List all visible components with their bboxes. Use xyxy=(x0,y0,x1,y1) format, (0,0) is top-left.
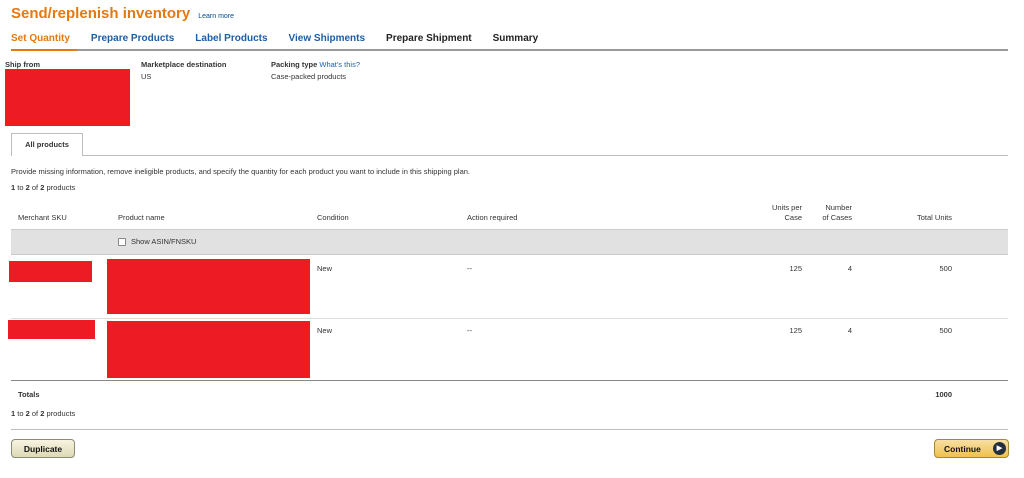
marketplace-value: US xyxy=(141,72,152,81)
continue-button-label: Continue xyxy=(944,443,981,454)
totals-label: Totals xyxy=(18,390,40,399)
footer-divider xyxy=(11,429,1008,430)
steps-divider xyxy=(11,49,1008,51)
workflow-steps: Set Quantity Prepare Products Label Prod… xyxy=(11,33,559,44)
row-2-number-of-cases: 4 xyxy=(847,326,852,335)
ship-from-section: Ship from xyxy=(5,60,40,69)
row-2-action-required: -- xyxy=(467,326,472,335)
marketplace-label: Marketplace destination xyxy=(141,60,227,69)
tab-all-products[interactable]: All products xyxy=(11,133,83,156)
row-separator xyxy=(11,318,1008,319)
totals-divider xyxy=(11,380,1008,381)
step-label-products[interactable]: Label Products xyxy=(195,33,267,44)
row-1-action-required: -- xyxy=(467,264,472,273)
pagination-summary-bottom: 1 to 2 of 2 products xyxy=(11,409,76,418)
show-asin-checkbox[interactable] xyxy=(118,238,126,246)
column-header-total-units[interactable]: Total Units xyxy=(872,213,952,223)
page-title: Send/replenish inventory xyxy=(11,5,191,22)
duplicate-button[interactable]: Duplicate xyxy=(11,439,75,458)
packing-type-label: Packing type xyxy=(271,60,318,69)
column-header-number-of-cases[interactable]: Number of Cases xyxy=(792,203,852,223)
row-1-number-of-cases: 4 xyxy=(847,264,852,273)
row-2-condition: New xyxy=(317,326,333,335)
column-header-action-required[interactable]: Action required xyxy=(467,213,517,223)
totals-value: 1000 xyxy=(935,390,952,399)
column-header-sku[interactable]: Merchant SKU xyxy=(18,213,67,223)
learn-more-link[interactable]: Learn more xyxy=(198,13,234,20)
column-header-product-name[interactable]: Product name xyxy=(118,213,165,223)
packing-type-value: Case-packed products xyxy=(271,72,347,81)
step-summary: Summary xyxy=(492,33,539,44)
marketplace-section: Marketplace destination US xyxy=(141,60,226,81)
step-view-shipments[interactable]: View Shipments xyxy=(289,33,366,44)
ship-from-label: Ship from xyxy=(5,60,40,69)
step-prepare-products[interactable]: Prepare Products xyxy=(91,33,174,44)
page-header: Send/replenish inventory Learn more xyxy=(11,5,234,22)
arrow-right-icon: ▶ xyxy=(993,442,1006,455)
continue-button[interactable]: Continue ▶ xyxy=(934,439,1009,458)
instructions-text: Provide missing information, remove inel… xyxy=(11,167,471,176)
redacted-merchant-sku xyxy=(8,320,95,339)
step-set-quantity[interactable]: Set Quantity xyxy=(11,33,70,44)
row-2-total-units: 500 xyxy=(939,326,952,335)
tab-divider xyxy=(11,155,1008,156)
redacted-product-name xyxy=(107,321,310,378)
whats-this-link[interactable]: What's this? xyxy=(319,60,360,69)
pagination-summary-top: 1 to 2 of 2 products xyxy=(11,183,76,192)
row-1-condition: New xyxy=(317,264,333,273)
redacted-product-name xyxy=(107,259,310,314)
active-step-indicator xyxy=(11,49,77,51)
packing-type-label-row: Packing type What's this? xyxy=(271,60,360,69)
packing-type-section: Packing type What's this? Case-packed pr… xyxy=(271,60,360,81)
redacted-merchant-sku xyxy=(9,261,92,282)
show-asin-label[interactable]: Show ASIN/FNSKU xyxy=(131,237,196,246)
row-1-total-units: 500 xyxy=(939,264,952,273)
redacted-ship-from-address xyxy=(5,69,130,126)
step-prepare-shipment: Prepare Shipment xyxy=(386,33,472,44)
column-header-condition[interactable]: Condition xyxy=(317,213,349,223)
